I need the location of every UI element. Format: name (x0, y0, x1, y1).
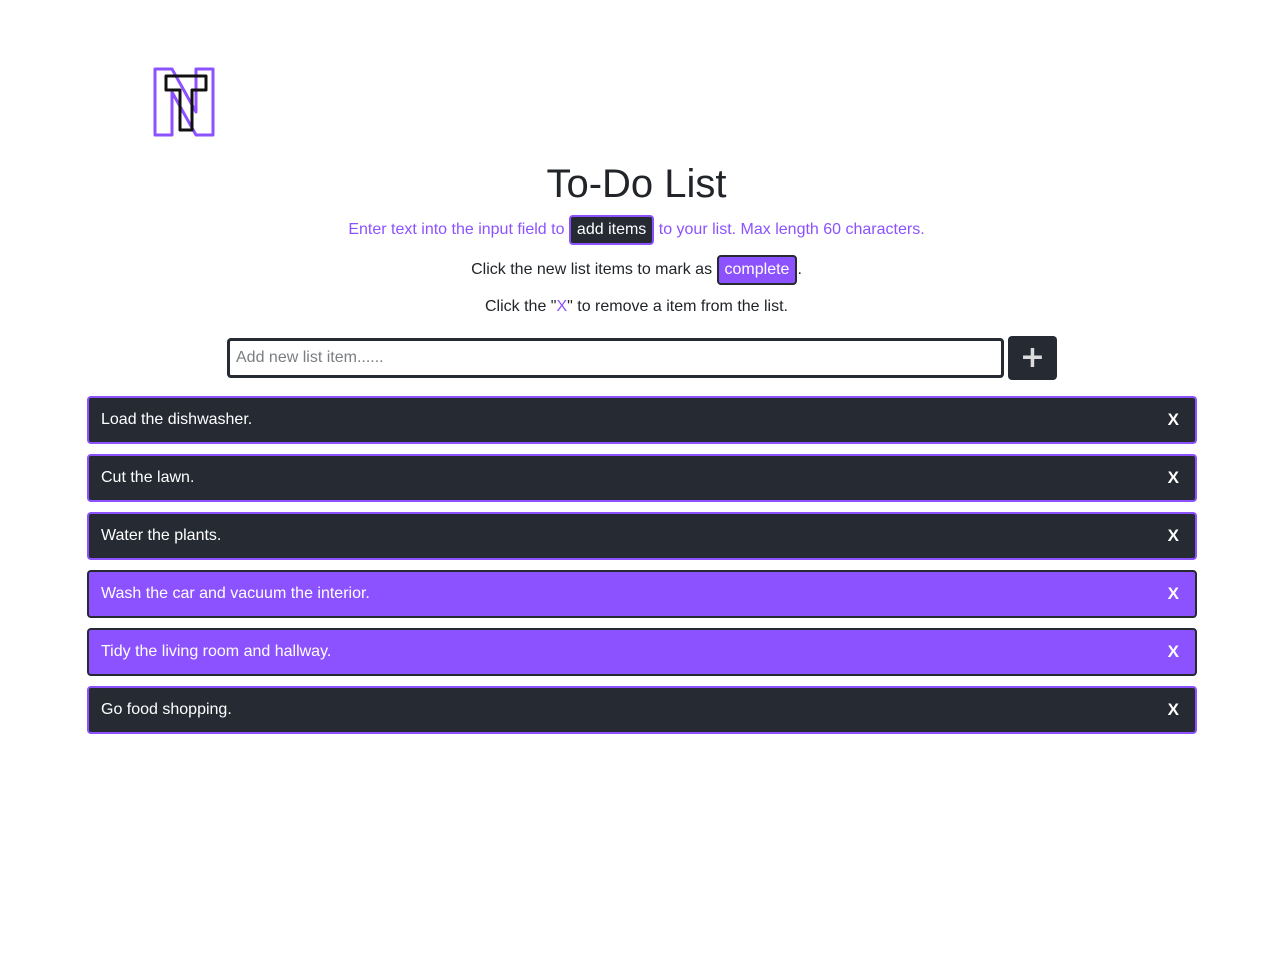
todo-item[interactable]: Go food shopping. X (87, 686, 1197, 734)
remove-item-button[interactable]: X (1168, 468, 1183, 488)
todo-item-text: Water the plants. (101, 527, 222, 544)
remove-item-button[interactable]: X (1168, 410, 1183, 430)
todo-item[interactable]: Load the dishwasher. X (87, 396, 1197, 444)
tn-logo-icon (153, 67, 215, 137)
todo-item-text: Go food shopping. (101, 701, 232, 718)
new-item-input[interactable] (227, 338, 1004, 378)
remove-item-button[interactable]: X (1168, 584, 1183, 604)
add-items-chip: add items (568, 215, 655, 245)
todo-item[interactable]: Tidy the living room and hallway. X (87, 628, 1197, 676)
remove-x-example: X (556, 298, 568, 315)
todo-item-text: Wash the car and vacuum the interior. (101, 585, 370, 602)
instruction-remove-after: " to remove a item from the list. (567, 298, 788, 315)
instruction-add: Enter text into the input field to add i… (0, 215, 1273, 245)
page-title: To-Do List (546, 162, 727, 206)
todo-item[interactable]: Water the plants. X (87, 512, 1197, 560)
instruction-add-before: Enter text into the input field to (348, 221, 569, 238)
remove-item-button[interactable]: X (1168, 700, 1183, 720)
complete-chip: complete (716, 255, 798, 285)
instruction-complete-after: . (797, 261, 802, 278)
todo-app: To-Do List Enter text into the input fie… (0, 0, 1273, 956)
remove-item-button[interactable]: X (1168, 642, 1183, 662)
remove-item-button[interactable]: X (1168, 526, 1183, 546)
todo-item-text: Tidy the living room and hallway. (101, 643, 332, 660)
todo-item[interactable]: Cut the lawn. X (87, 454, 1197, 502)
todo-item[interactable]: Wash the car and vacuum the interior. X (87, 570, 1197, 618)
instruction-remove: Click the "X" to remove a item from the … (0, 295, 1273, 319)
todo-item-text: Load the dishwasher. (101, 411, 253, 428)
instruction-add-after: to your list. Max length 60 characters. (654, 221, 925, 238)
instruction-complete-before: Click the new list items to mark as (471, 261, 717, 278)
instruction-complete: Click the new list items to mark as comp… (0, 255, 1273, 285)
add-item-form: + (227, 336, 1057, 380)
add-item-button[interactable]: + (1008, 336, 1057, 380)
instruction-remove-before: Click the " (484, 298, 557, 315)
todo-item-text: Cut the lawn. (101, 469, 195, 486)
todo-list: Load the dishwasher. X Cut the lawn. X Water… (87, 396, 1197, 744)
